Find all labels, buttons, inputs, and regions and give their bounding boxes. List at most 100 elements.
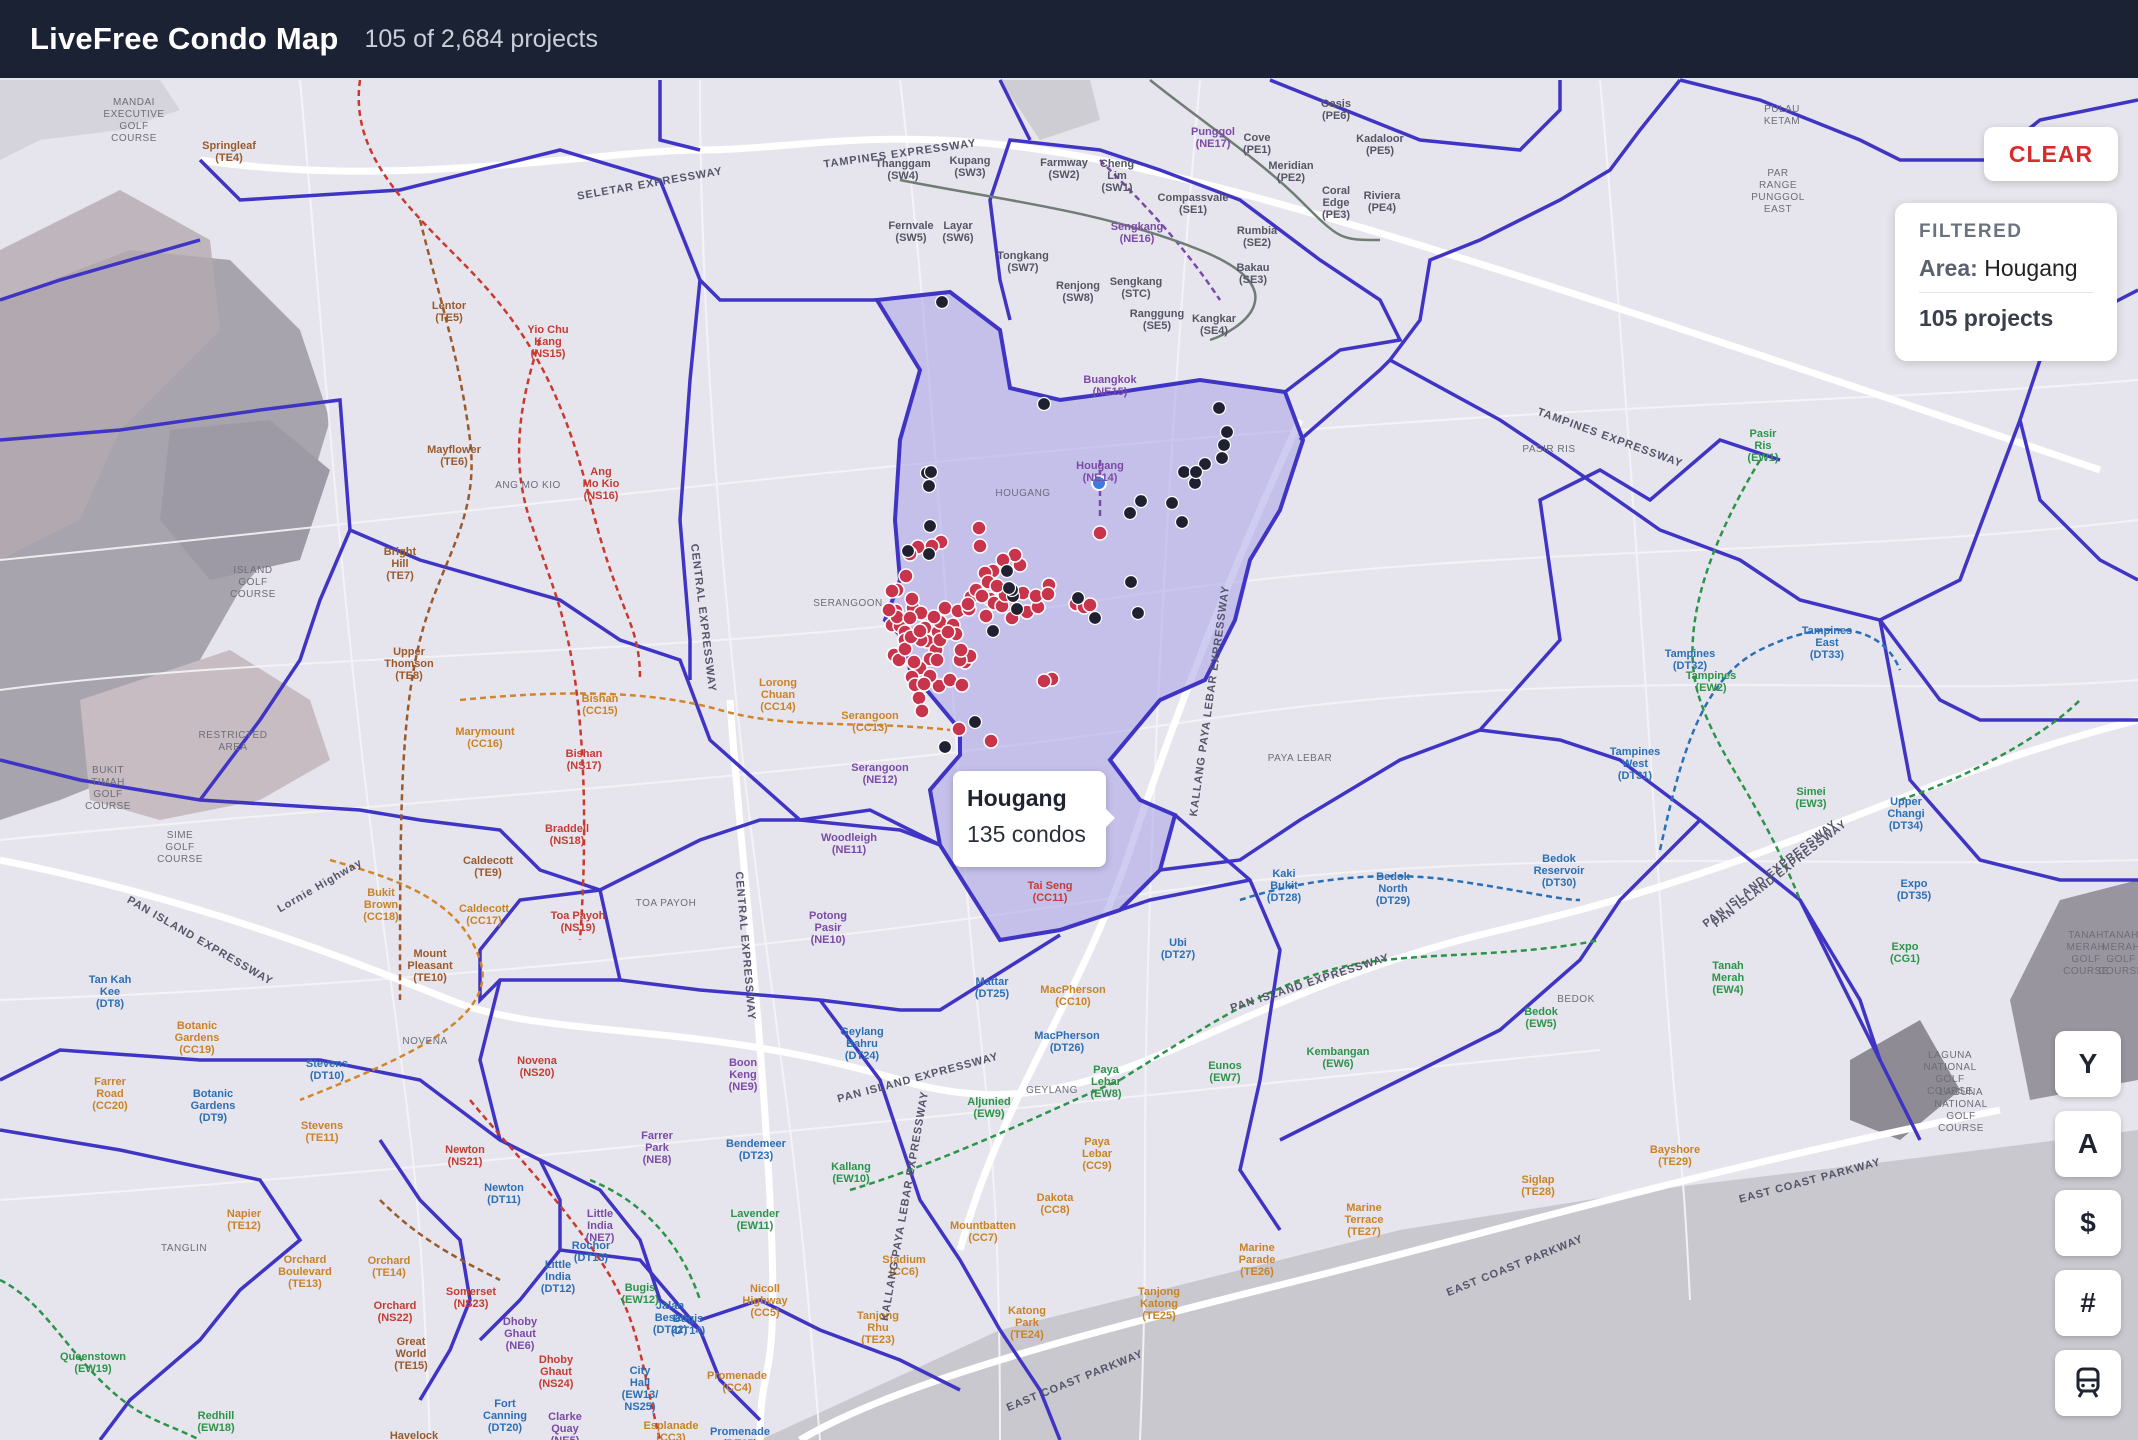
condo-marker-dark[interactable] [1176,464,1192,480]
condo-marker-dark[interactable] [1188,464,1204,480]
condo-marker-red[interactable] [916,676,932,692]
condo-marker-red[interactable] [971,520,987,536]
station-label: Tampines East (DT33) [1801,625,1853,661]
condo-marker-red[interactable] [926,609,942,625]
station-label: Yio Chu Kang (NS15) [527,324,569,360]
station-label: Bukit Brown (CC18) [363,887,399,923]
condo-marker-red[interactable] [911,690,927,706]
condo-marker-red[interactable] [881,602,897,618]
station-label: Boon Keng (NE9) [728,1057,758,1093]
station-label: Marymount (CC16) [455,726,515,750]
condo-marker-dark[interactable] [934,294,950,310]
station-label: Great World (TE15) [394,1336,428,1372]
condo-marker-dark[interactable] [1036,396,1052,412]
station-label: Coral Edge (PE3) [1321,185,1351,221]
station-label: Serangoon (NE12) [851,762,909,786]
station-label: Mattar (DT25) [974,976,1010,1000]
condo-marker-dark[interactable] [921,546,937,562]
condo-marker-red[interactable] [898,568,914,584]
condo-marker-red[interactable] [983,733,999,749]
condo-marker-dark[interactable] [1122,505,1138,521]
station-label: Somerset (NS23) [445,1286,497,1310]
condo-marker-dark[interactable] [1087,610,1103,626]
station-label: Siglap (TE28) [1521,1174,1555,1198]
station-label: Bugis (EW12) [621,1282,659,1306]
station-label: Paya Lebar (EW8) [1090,1064,1122,1100]
condo-marker-red[interactable] [940,624,956,640]
station-label: Toa Payoh (NS19) [550,910,606,934]
area-label: PASIR RIS [1522,444,1576,455]
condo-marker-red[interactable] [929,652,945,668]
condo-marker-red[interactable] [912,623,928,639]
condo-marker-dark[interactable] [921,478,937,494]
train-icon [2076,1367,2100,1398]
condo-marker-dark[interactable] [999,563,1015,579]
station-label: Lorong Chuan (CC14) [759,677,797,713]
condo-marker-red[interactable] [978,608,994,624]
station-label: Riviera (PE4) [1363,190,1401,214]
station-label: Kadaloor (PE5) [1356,133,1404,157]
area-tooltip: Hougang 135 condos [953,771,1115,867]
condo-marker-dark[interactable] [1133,493,1149,509]
condo-marker-dark[interactable] [1001,580,1017,596]
condo-marker-red[interactable] [951,721,967,737]
condo-marker-dark[interactable] [1211,400,1227,416]
year-filter-button[interactable]: Y [2055,1031,2121,1097]
condo-marker-red[interactable] [904,591,920,607]
station-label: Mayflower (TE6) [427,444,481,468]
condo-marker-red[interactable] [953,642,969,658]
station-label: Botanic Gardens (CC19) [174,1020,220,1056]
condo-marker-dark[interactable] [937,739,953,755]
condo-marker-red[interactable] [884,583,900,599]
station-label: Clarke Quay (NE5) [548,1411,582,1440]
area-label: TOA PAYOH [635,898,697,909]
condo-marker-dark[interactable] [1219,424,1235,440]
station-label: Dakota (CC8) [1036,1192,1074,1216]
condo-marker-red[interactable] [1040,586,1056,602]
condo-marker-dark[interactable] [1216,437,1232,453]
station-label: Expo (DT35) [1896,878,1932,902]
station-label: Cove (PE1) [1242,132,1272,156]
area-filter-button[interactable]: A [2055,1111,2121,1177]
station-label: Potong Pasir (NE10) [809,910,847,946]
condo-marker-dark[interactable] [1070,590,1086,606]
condo-marker-dark[interactable] [1214,450,1230,466]
station-label: Ranggung (SE5) [1129,308,1185,332]
map-canvas[interactable]: Springleaf (TE4) Lentor (TE5) Yio Chu Kang… [0,78,2138,1440]
transit-toggle-button[interactable] [2055,1350,2121,1416]
condo-marker-red[interactable] [974,588,990,604]
station-label: Stevens (DT10) [305,1058,349,1082]
condo-marker-dark[interactable] [1174,514,1190,530]
station-label: Bishan (CC15) [581,693,619,717]
condo-marker-red[interactable] [1036,673,1052,689]
clear-button[interactable]: CLEAR [1984,127,2118,181]
count-filter-button[interactable]: # [2055,1270,2121,1336]
filter-area-value: Hougang [1984,255,2078,281]
condo-marker-red[interactable] [989,578,1005,594]
condo-marker-dark[interactable] [900,543,916,559]
condo-marker-red[interactable] [906,654,922,670]
area-label: TANGLIN [160,1243,208,1254]
area-label: NOVENA [402,1036,448,1047]
condo-marker-dark[interactable] [922,518,938,534]
station-label: Bedok North (DT29) [1375,871,1411,907]
condo-marker-dark[interactable] [985,623,1001,639]
condo-marker-dark[interactable] [1123,574,1139,590]
condo-marker-dark[interactable] [967,714,983,730]
price-filter-button[interactable]: $ [2055,1190,2121,1256]
condo-marker-red[interactable] [972,538,988,554]
condo-marker-red[interactable] [1082,597,1098,613]
area-label: PAR RANGE PUNGGOL EAST [1751,168,1805,215]
condo-marker-dark[interactable] [1130,605,1146,621]
condo-marker-red[interactable] [960,596,976,612]
station-label: Newton (DT11) [484,1182,524,1206]
condo-marker-red[interactable] [902,610,918,626]
condo-marker-red[interactable] [954,677,970,693]
app-title: LiveFree Condo Map [30,21,339,56]
condo-marker-dark[interactable] [1164,495,1180,511]
condo-marker-red[interactable] [1092,525,1108,541]
station-label: Orchard (TE14) [367,1255,411,1279]
condo-marker-red[interactable] [914,703,930,719]
condo-marker-dark[interactable] [1009,601,1025,617]
condo-marker-dark[interactable] [923,464,939,480]
